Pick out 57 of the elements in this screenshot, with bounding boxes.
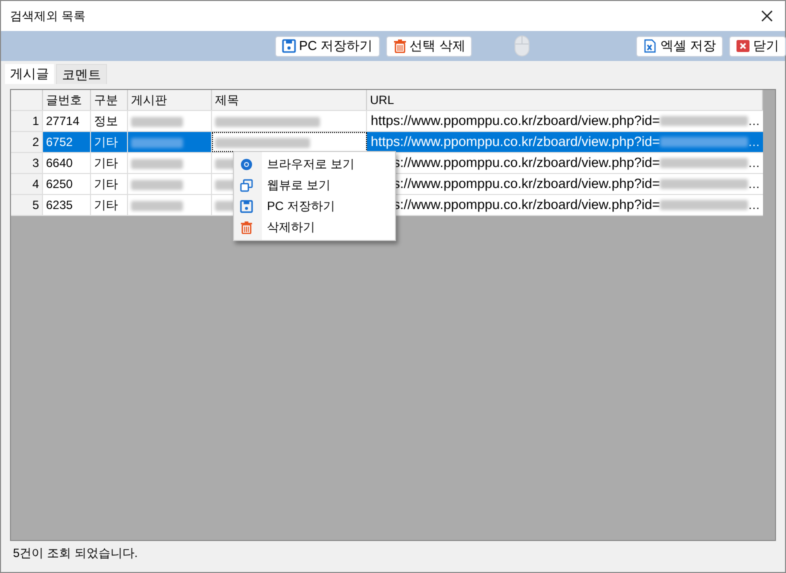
redacted-text <box>131 158 183 169</box>
menu-item[interactable]: 웹뷰로 보기 <box>234 175 395 196</box>
spreadsheet-icon <box>643 39 658 53</box>
ellipsis: … <box>748 176 760 193</box>
save-icon <box>240 200 253 213</box>
column-header[interactable]: URL <box>367 90 763 110</box>
row-number: 5 <box>11 195 43 215</box>
column-header[interactable]: 구분 <box>91 90 128 110</box>
browser-icon <box>240 158 253 171</box>
close-icon <box>736 39 750 53</box>
tab[interactable]: 게시글 <box>5 64 54 84</box>
table-cell: 기타 <box>91 174 128 194</box>
url-text: https://www.ppomppu.co.kr/zboard/view.php?id= <box>370 112 660 130</box>
table-cell: 기타 <box>91 153 128 173</box>
save-button[interactable]: PC 저장하기 <box>275 36 380 56</box>
table-cell: 6250 <box>43 174 91 194</box>
redacted-text <box>131 180 183 190</box>
ellipsis: … <box>748 134 760 151</box>
table-cell: 6235 <box>43 195 91 215</box>
excel-save-button[interactable]: 엑셀 저장 <box>636 36 723 56</box>
table-cell: 기타 <box>91 132 128 152</box>
windows-icon <box>240 179 253 192</box>
column-header[interactable]: 글번호 <box>43 90 91 110</box>
save-icon <box>282 39 296 53</box>
table-cell: 정보 <box>91 111 128 131</box>
tab[interactable]: 코멘트 <box>56 64 107 84</box>
redacted-text <box>131 138 183 148</box>
redacted-text <box>131 200 183 211</box>
table-cell: 6640 <box>43 153 91 173</box>
redacted-text <box>131 116 183 127</box>
ellipsis: … <box>748 155 760 172</box>
table-cell: 기타 <box>91 195 128 215</box>
ellipsis: … <box>748 197 760 214</box>
column-header[interactable]: 제목 <box>212 90 367 110</box>
row-number: 2 <box>11 132 43 152</box>
column-header[interactable]: 게시판 <box>128 90 212 110</box>
table-cell: 6752 <box>43 132 91 152</box>
table-cell: 27714 <box>43 111 91 131</box>
url-text: s://www.ppomppu.co.kr/zboard/view.php?id= <box>393 154 660 172</box>
status-text: 5건이 조회 되었습니다. <box>13 545 139 562</box>
url-text: s://www.ppomppu.co.kr/zboard/view.php?id= <box>393 196 660 214</box>
menu-item[interactable]: 브라우저로 보기 <box>234 154 395 175</box>
window-title: 검색제외 목록 <box>10 8 86 24</box>
url-text: s://www.ppomppu.co.kr/zboard/view.php?id= <box>393 175 660 193</box>
menu-item[interactable]: PC 저장하기 <box>234 196 395 217</box>
mouse-icon <box>514 35 530 57</box>
row-number: 4 <box>11 174 43 194</box>
header-cell <box>11 90 43 110</box>
row-number: 3 <box>11 153 43 173</box>
delete-button[interactable]: 선택 삭제 <box>386 36 472 56</box>
trash-icon <box>240 221 253 234</box>
close-button[interactable]: 닫기 <box>728 36 786 56</box>
url-text: https://www.ppomppu.co.kr/zboard/view.php?id= <box>370 133 660 151</box>
row-number: 1 <box>11 111 43 131</box>
ellipsis: … <box>748 113 760 130</box>
trash-icon <box>392 39 407 53</box>
menu-item[interactable]: 삭제하기 <box>234 217 395 238</box>
